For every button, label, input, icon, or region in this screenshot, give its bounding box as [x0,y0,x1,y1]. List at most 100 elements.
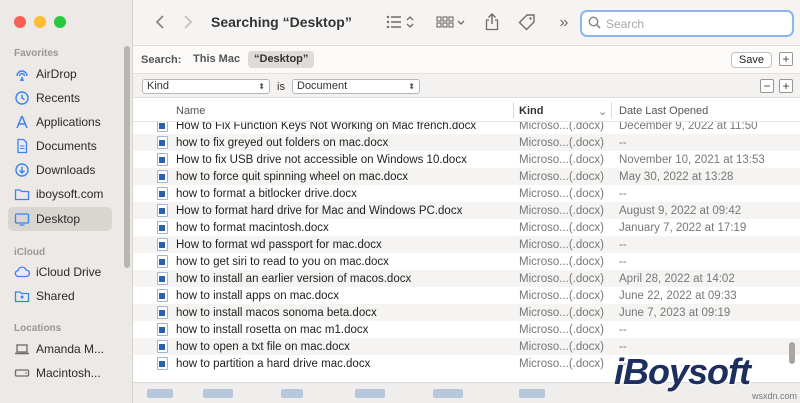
tag-button[interactable] [517,12,537,34]
remove-criteria-button[interactable]: − [760,79,774,93]
file-name: how to install macos sonoma beta.docx [176,306,377,319]
sidebar-scrollbar[interactable] [124,46,130,268]
scope-desktop[interactable]: “Desktop” [248,51,315,68]
minimize-button[interactable] [34,16,46,28]
download-icon [14,162,30,178]
list-item[interactable]: How to fix USB drive not accessible on W… [133,151,800,168]
list-scrollbar[interactable] [789,342,795,364]
file-name: how to format a bitlocker drive.docx [176,187,357,200]
path-segment[interactable] [433,389,463,398]
sidebar-item-icloud-drive[interactable]: iCloud Drive [8,260,112,284]
file-name: how to fix greyed out folders on mac.doc… [176,136,389,149]
word-document-icon [157,255,168,268]
search-input[interactable] [606,16,776,31]
chevron-right-icon [183,14,193,33]
add-criteria-button[interactable]: + [779,79,793,93]
column-separator[interactable] [611,102,612,118]
column-header-name[interactable]: Name [176,105,205,117]
file-name: How to format hard drive for Mac and Win… [176,204,463,217]
group-button[interactable] [435,12,471,34]
chevron-down-icon: ⌄ [598,106,608,118]
word-document-icon [157,170,168,183]
list-item[interactable]: how to install an earlier version of mac… [133,270,800,287]
word-document-icon [157,221,168,234]
sidebar-item-desktop[interactable]: Desktop [8,207,112,231]
zoom-button[interactable] [54,16,66,28]
sidebar-item-amanda[interactable]: Amanda M... [8,337,112,361]
column-header-kind[interactable]: Kind [519,105,543,117]
list-view-icon [386,14,418,33]
add-scope-criteria-button[interactable]: + [779,52,793,66]
sidebar-item-applications[interactable]: Applications [8,110,112,134]
share-button[interactable] [483,12,501,34]
list-item[interactable]: how to fix greyed out folders on mac.doc… [133,134,800,151]
file-kind: Microso...(.docx) [519,153,604,166]
list-item[interactable]: How to Fix Function Keys Not Working on … [133,122,800,134]
sidebar-item-shared[interactable]: Shared [8,284,112,308]
file-date: November 10, 2021 at 13:53 [619,153,765,166]
sidebar-item-label: Applications [36,115,101,129]
sidebar-item-recents[interactable]: Recents [8,86,112,110]
laptop-icon [14,341,30,357]
sidebar-item-label: Amanda M... [36,342,105,356]
view-options-button[interactable] [385,12,419,34]
close-button[interactable] [14,16,26,28]
sidebar-item-documents[interactable]: Documents [8,134,112,158]
list-item[interactable]: How to format wd passport for mac.docx Mi… [133,236,800,253]
criteria-attribute-select[interactable]: Kind ⬍ [142,79,270,94]
sidebar-item-macintosh[interactable]: Macintosh... [8,361,112,385]
window-controls [14,16,66,28]
file-date: June 22, 2022 at 09:33 [619,289,737,302]
folder-icon [14,186,30,202]
file-kind: Microso...(.docx) [519,187,604,200]
path-segment[interactable] [519,389,545,398]
word-document-icon [157,323,168,336]
site-watermark: wsxdn.com [752,391,798,401]
column-separator[interactable] [513,102,514,118]
list-item[interactable]: how to install macos sonoma beta.docx Mic… [133,304,800,321]
list-item[interactable]: how to install apps on mac.docx Microso..… [133,287,800,304]
file-date: June 7, 2023 at 09:19 [619,306,731,319]
path-segment[interactable] [147,389,173,398]
list-item[interactable]: how to format macintosh.docx Microso...(.… [133,219,800,236]
file-name: how to open a txt file on mac.docx [176,340,350,353]
word-document-icon [157,153,168,166]
file-kind: Microso...(.docx) [519,204,604,217]
sidebar-item-label: iboysoft.com [36,187,104,201]
word-document-icon [157,204,168,217]
criteria-value-select[interactable]: Document ⬍ [292,79,420,94]
file-date: January 7, 2022 at 17:19 [619,221,747,234]
list-item[interactable]: how to force quit spinning wheel on mac.… [133,168,800,185]
path-segment[interactable] [281,389,303,398]
sidebar-item-label: Recents [36,91,81,105]
tag-icon [518,13,536,34]
document-icon [14,138,30,154]
save-search-button[interactable]: Save [730,52,772,68]
path-segment[interactable] [203,389,233,398]
path-segment[interactable] [355,389,385,398]
file-name: how to install apps on mac.docx [176,289,340,302]
column-header-date-last-opened[interactable]: Date Last Opened [619,105,708,117]
file-name: how to install rosetta on mac m1.docx [176,323,369,336]
more-toolbar-button[interactable]: » [555,12,573,34]
file-kind: Microso...(.docx) [519,122,604,132]
criteria-value-value: Document [297,80,348,92]
sidebar-item-downloads[interactable]: Downloads [8,158,112,182]
search-field[interactable] [580,10,794,37]
scope-this-mac[interactable]: This Mac [187,51,246,68]
list-item[interactable]: how to get siri to read to you on mac.do… [133,253,800,270]
sidebar-item-airdrop[interactable]: AirDrop [8,62,112,86]
list-item[interactable]: how to format a bitlocker drive.docx Micr… [133,185,800,202]
file-date: -- [619,255,627,268]
list-item[interactable]: How to format hard drive for Mac and Win… [133,202,800,219]
list-item[interactable]: how to install rosetta on mac m1.docx Mic… [133,321,800,338]
back-button[interactable] [151,12,169,34]
forward-button[interactable] [179,12,197,34]
file-name: how to get siri to read to you on mac.do… [176,255,389,268]
file-name: How to format wd passport for mac.docx [176,238,382,251]
sidebar-item-iboysoft[interactable]: iboysoft.com [8,182,112,206]
file-name: how to partition a hard drive mac.docx [176,357,371,370]
criteria-attribute-value: Kind [147,80,170,92]
file-date: -- [619,238,627,251]
window-title: Searching “Desktop” [211,14,352,30]
